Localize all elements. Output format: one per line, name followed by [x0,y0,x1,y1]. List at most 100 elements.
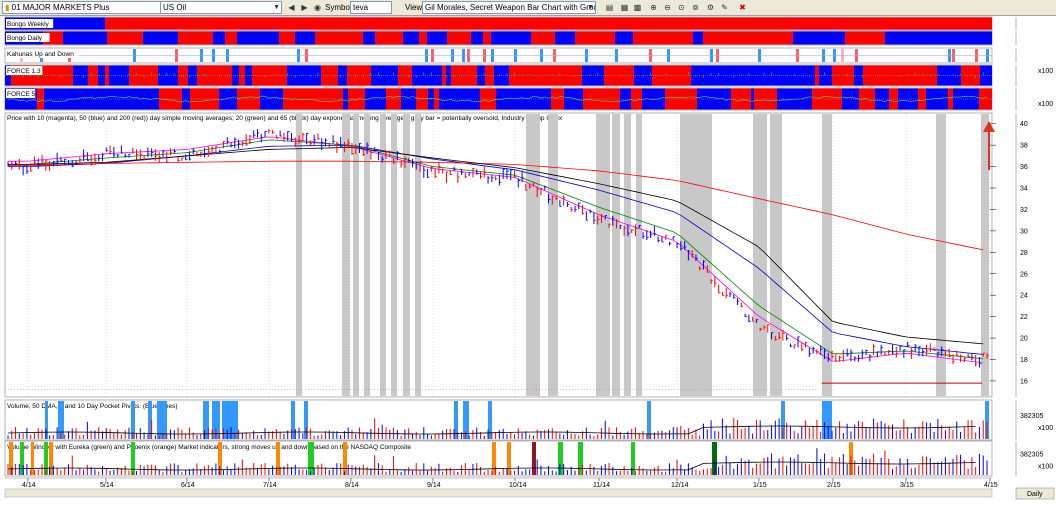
oversold-bar [380,114,386,396]
tools-icon[interactable]: ✎ [719,2,730,13]
gamepad-icon[interactable]: ◉ [312,2,323,13]
x-axis-tick-label: 7/14 [263,482,277,489]
market-select[interactable]: US Oil ▼ [160,1,282,14]
daily-button-label: Daily [1027,491,1043,498]
band-segment [178,31,213,45]
print-icon[interactable]: ▤ [604,2,615,13]
oversold-bar [612,114,620,396]
volume-indicator-bar [343,442,347,475]
force-band-segment [237,88,244,110]
panel-title-2: Kahunas Up and Down [7,51,74,58]
band-segment [363,31,375,45]
volume-indicator-bar [488,401,492,439]
folder-icon: ▮ [5,3,10,12]
band-segment [315,31,363,45]
force-band-segment [416,88,421,110]
list-select-value: 01 MAJOR MARKETS Plus [11,3,110,12]
band-segment [483,31,491,45]
band-segment [225,31,237,45]
panel-title-0: Bongo Weekly [7,21,50,28]
force-band-segment [252,65,257,86]
band-segment [279,31,295,45]
x-axis-tick-label: 4/14 [22,482,36,489]
nav-back-icon[interactable]: ◀ [286,2,297,13]
force-band-segment [371,65,382,86]
toolbar: ▮ 01 MAJOR MARKETS Plus ▼ US Oil ▼ ◀ ▶ ◉… [0,0,1056,16]
horizontal-scrollbar[interactable] [4,488,993,498]
band-segment [575,31,615,45]
price-ytick-label: 24 [1020,293,1028,300]
settings-icon[interactable]: ⚙ [705,2,716,13]
oversold-bar [296,114,302,396]
force-band-segment [245,65,252,86]
band-segment [531,31,555,45]
grid-icon[interactable]: ▩ [632,2,643,13]
volume-indicator-bar [507,442,511,475]
panel-frame [4,112,993,398]
price-ytick-label: 36 [1020,164,1028,171]
symbol-input[interactable]: teva [350,1,392,14]
band-segment [693,31,703,45]
x-axis-tick-label: 1/15 [753,482,767,489]
panel-title-4: FORCE 5 [7,91,36,98]
oversold-bar [753,114,767,396]
price-ytick-label: 32 [1020,207,1028,214]
symbol-input-value: teva [353,3,369,12]
oversold-bar [364,114,370,396]
band-segment [929,31,992,45]
band-segment [427,31,447,45]
band-segment [703,31,793,45]
band-segment [143,31,178,45]
volume-indicator-bar [31,442,34,475]
oversold-bar [353,114,359,396]
zoom-out-icon[interactable]: ⊖ [662,2,673,13]
band-segment [143,17,992,30]
band-segment [491,31,531,45]
zoom-reset-icon[interactable]: ⊚ [690,2,701,13]
nav-forward-icon[interactable]: ▶ [299,2,310,13]
band-segment [793,31,845,45]
axis-column [1017,17,1055,477]
volume-axis-value: 382305 [1020,413,1043,420]
band-segment [63,31,107,45]
chart-area: x100 x100 Bongo Weekly Bongo Daily Kahunas U… [4,16,1055,500]
close-icon[interactable]: ✖ [737,2,748,13]
band-segment [105,17,143,30]
force-band-segment [101,88,108,110]
x-axis-tick-label: 4/15 [984,482,998,489]
band-segment [845,31,885,45]
price-ytick-label: 34 [1020,186,1028,193]
band-segment [885,31,929,45]
oversold-bar [981,114,989,396]
view-select[interactable]: Gil Morales, Secret Weapon Bar Chart wit… [422,1,596,14]
band-segment [419,31,427,45]
volume-indicator-bar [304,401,308,439]
zoom-fit-icon[interactable]: ⊙ [676,2,687,13]
chevron-down-icon: ▼ [273,4,280,11]
force5-axis-label: x100 [1038,101,1053,108]
volume-indicator-bar [558,442,563,475]
price-ytick-label: 28 [1020,250,1028,257]
oversold-bar [822,114,832,396]
volume-indicator-bar [822,401,832,439]
force-band-segment [731,88,742,110]
price-ytick-label: 30 [1020,228,1028,235]
zoom-in-icon[interactable]: ⊕ [648,2,659,13]
band-segment [213,31,225,45]
band-segment [295,31,315,45]
volume-indicator-bar [9,442,13,475]
chart-icon[interactable]: ▦ [619,2,630,13]
band-segment [237,31,279,45]
volume-indicator-bar [131,442,135,475]
volume-indicator-bar [308,442,314,475]
volume-indicator-bar [532,442,536,475]
band-segment [375,31,403,45]
market-select-value: US Oil [163,3,187,12]
force-band-segment [37,88,44,110]
panel-title-3: FORCE 1.3 [7,68,41,75]
oversold-bar [403,114,410,396]
oversold-bar [342,114,350,396]
oversold-bar [526,114,540,396]
band-segment [555,31,575,45]
x-axis-tick-label: 2/15 [827,482,841,489]
